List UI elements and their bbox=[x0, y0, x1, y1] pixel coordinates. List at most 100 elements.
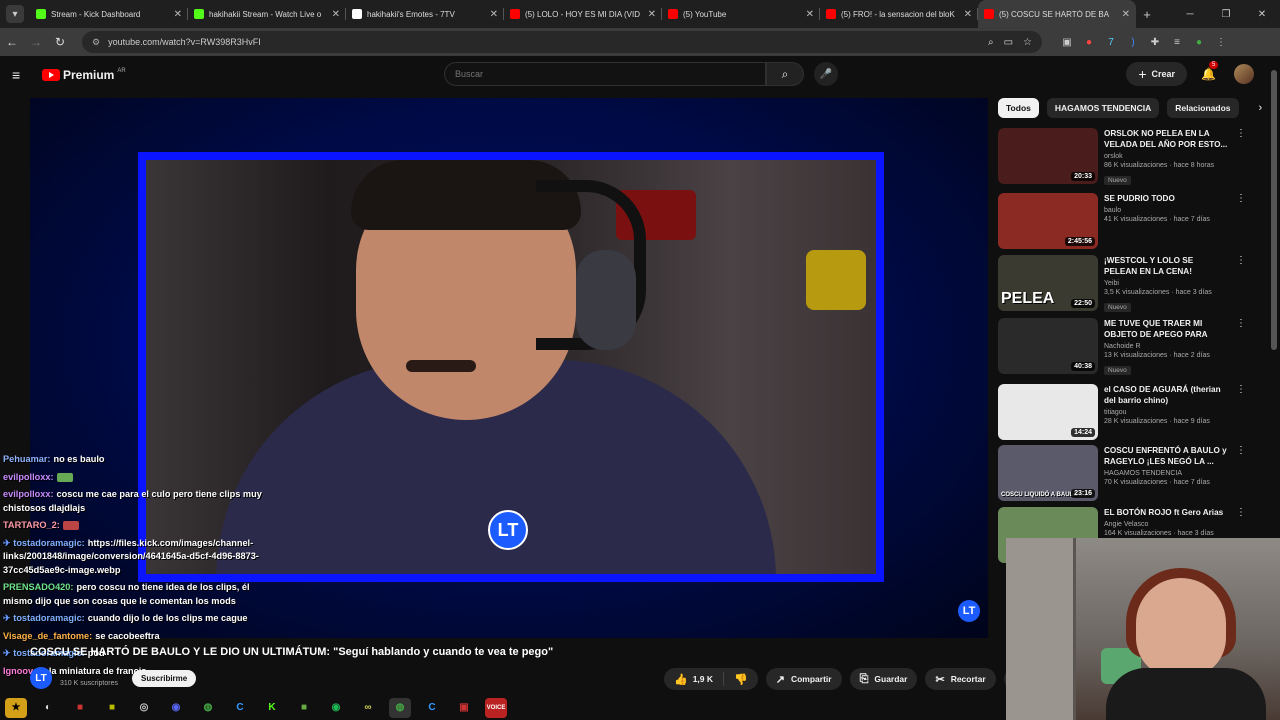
taskbar-app-icon[interactable]: ★ bbox=[5, 697, 27, 718]
omnibox[interactable]: ⚙ youtube.com/watch?v=RW398R3HvFI ⌕ ▭ ☆ bbox=[82, 31, 1042, 53]
recommended-video[interactable]: 2:45:56 SE PUDRIO TODO baulo 41 K visualiza… bbox=[998, 193, 1248, 251]
profile-icon[interactable]: ● bbox=[1188, 37, 1210, 48]
browser-tab[interactable]: Stream - Kick Dashboard ✕ bbox=[30, 0, 188, 28]
more-vertical-icon[interactable]: ⋮ bbox=[1236, 255, 1246, 313]
video-channel[interactable]: Nachoide R bbox=[1104, 343, 1228, 350]
browser-tab[interactable]: (5) COSCU SE HARTÓ DE BA ✕ bbox=[978, 0, 1136, 28]
chat-username[interactable]: evilpolloxx: bbox=[3, 489, 54, 499]
taskbar-app-icon[interactable]: ■ bbox=[69, 698, 91, 718]
taskbar-app-icon[interactable]: ∞ bbox=[357, 698, 379, 718]
chrome-icon[interactable]: ◍ bbox=[197, 698, 219, 718]
chat-username[interactable]: PRENSADO420: bbox=[3, 582, 73, 592]
site-info-icon[interactable]: ⚙ bbox=[92, 37, 100, 48]
browser-tab[interactable]: hakihakii Stream - Watch Live o ✕ bbox=[188, 0, 346, 28]
filter-chip[interactable]: Todos bbox=[998, 98, 1039, 118]
like-button[interactable]: 👍 1,9 K bbox=[664, 672, 725, 686]
chrome-active-icon[interactable]: ◍ bbox=[389, 697, 411, 718]
close-tab-icon[interactable]: ✕ bbox=[806, 9, 814, 20]
minecraft-icon[interactable]: ■ bbox=[293, 698, 315, 718]
discord-icon[interactable]: ◉ bbox=[165, 698, 187, 718]
browser-tab[interactable]: (5) FRO! - la sensacion del bloK ✕ bbox=[820, 0, 978, 28]
taskbar-app-icon[interactable]: ◐ bbox=[37, 698, 59, 718]
chat-username[interactable]: tostadoramagic: bbox=[13, 613, 84, 623]
chevron-right-icon[interactable]: › bbox=[1259, 102, 1263, 114]
video-thumbnail[interactable]: COSCU LIQUIDÓ A BAULO Y R 23:16 bbox=[998, 445, 1098, 501]
video-channel[interactable]: Yeibi bbox=[1104, 280, 1228, 287]
taskbar-app-icon[interactable]: VOICE bbox=[485, 697, 507, 718]
video-thumbnail[interactable]: 40:38 bbox=[998, 318, 1098, 374]
chrome-menu-icon[interactable]: ⋮ bbox=[1210, 37, 1232, 48]
video-title[interactable]: ORSLOK NO PELEA EN LA VELADA DEL AÑO POR… bbox=[1104, 128, 1228, 150]
maximize-icon[interactable]: ❐ bbox=[1208, 9, 1244, 20]
more-vertical-icon[interactable]: ⋮ bbox=[1236, 128, 1246, 186]
close-tab-icon[interactable]: ✕ bbox=[1122, 9, 1130, 20]
search-input[interactable] bbox=[444, 62, 766, 86]
forward-icon[interactable]: → bbox=[24, 35, 48, 49]
recommended-video[interactable]: 40:38 ME TUVE QUE TRAER MI OBJETO DE APEG… bbox=[998, 318, 1248, 376]
back-icon[interactable]: ← bbox=[0, 35, 24, 49]
recommended-video[interactable]: 20:33 ORSLOK NO PELEA EN LA VELADA DEL AÑ… bbox=[998, 128, 1248, 186]
filter-chip[interactable]: HAGAMOS TENDENCIA bbox=[1046, 98, 1160, 118]
taskbar-app-icon[interactable]: ■ bbox=[101, 698, 123, 718]
close-window-icon[interactable]: ✕ bbox=[1244, 9, 1280, 20]
search-button[interactable]: ⌕ bbox=[766, 62, 804, 86]
channel-avatar[interactable]: LT bbox=[30, 667, 52, 689]
voice-search-button[interactable]: 🎤 bbox=[814, 62, 838, 86]
zoom-icon[interactable]: ⌕ bbox=[988, 37, 994, 48]
notifications-button[interactable]: 🔔 5 bbox=[1201, 61, 1219, 81]
video-channel[interactable]: baulo bbox=[1104, 207, 1228, 214]
recommended-video[interactable]: PELEA 22:50 ¡WESTCOL Y LOLO SE PELEAN EN L… bbox=[998, 255, 1248, 313]
taskbar-app-icon[interactable]: ◎ bbox=[133, 698, 155, 718]
extension-icon-2[interactable]: ● bbox=[1078, 37, 1100, 48]
media-icon[interactable]: ≡ bbox=[1166, 37, 1188, 48]
more-vertical-icon[interactable]: ⋮ bbox=[1236, 193, 1246, 251]
video-channel[interactable]: Angie Velasco bbox=[1104, 521, 1228, 528]
hamburger-menu-icon[interactable]: ≡ bbox=[12, 67, 34, 83]
video-title[interactable]: EL BOTÓN ROJO ft Gero Arias bbox=[1104, 507, 1228, 518]
browser-tab[interactable]: hakihakii's Emotes - 7TV ✕ bbox=[346, 0, 504, 28]
video-thumbnail[interactable]: 2:45:56 bbox=[998, 193, 1098, 249]
extension-icon-3[interactable]: 7 bbox=[1100, 37, 1122, 48]
clip-button[interactable]: ✂ Recortar bbox=[925, 668, 996, 690]
chat-username[interactable]: tostadoramagic: bbox=[13, 538, 84, 548]
youtube-premium-logo[interactable]: Premium AR bbox=[42, 68, 126, 82]
subscribe-button[interactable]: Suscribirme bbox=[131, 669, 197, 687]
extension-icon-4[interactable]: ) bbox=[1122, 37, 1144, 48]
video-title[interactable]: SE PUDRIO TODO bbox=[1104, 193, 1228, 204]
video-thumbnail[interactable]: PELEA 22:50 bbox=[998, 255, 1098, 311]
tab-search-icon[interactable]: ▾ bbox=[6, 5, 24, 23]
more-vertical-icon[interactable]: ⋮ bbox=[1236, 445, 1246, 503]
more-vertical-icon[interactable]: ⋮ bbox=[1236, 318, 1246, 376]
save-button[interactable]: ⎘ Guardar bbox=[849, 668, 918, 690]
video-title[interactable]: COSCU ENFRENTÓ A BAULO y RAGEYLO ¡LES NE… bbox=[1104, 445, 1228, 467]
close-tab-icon[interactable]: ✕ bbox=[964, 9, 972, 20]
reload-icon[interactable]: ↻ bbox=[48, 35, 72, 49]
video-title[interactable]: ¡WESTCOL Y LOLO SE PELEAN EN LA CENA! bbox=[1104, 255, 1228, 277]
close-tab-icon[interactable]: ✕ bbox=[490, 9, 498, 20]
close-tab-icon[interactable]: ✕ bbox=[174, 9, 182, 20]
extension-icon-1[interactable]: ▣ bbox=[1056, 37, 1078, 48]
taskbar-app-icon[interactable]: ▣ bbox=[453, 698, 475, 718]
close-tab-icon[interactable]: ✕ bbox=[332, 9, 340, 20]
bookmark-star-icon[interactable]: ☆ bbox=[1023, 37, 1032, 48]
chat-username[interactable]: Visage_de_fantome: bbox=[3, 631, 92, 641]
filter-chip[interactable]: Relacionados bbox=[1167, 98, 1239, 118]
taskbar-app-icon[interactable]: C bbox=[229, 698, 251, 718]
taskbar-app-icon[interactable]: C bbox=[421, 698, 443, 718]
extensions-puzzle-icon[interactable]: ✚ bbox=[1144, 37, 1166, 48]
spotify-icon[interactable]: ◉ bbox=[325, 698, 347, 718]
close-tab-icon[interactable]: ✕ bbox=[648, 9, 656, 20]
video-title[interactable]: ME TUVE QUE TRAER MI OBJETO DE APEGO PAR… bbox=[1104, 318, 1228, 340]
chat-username[interactable]: evilpolloxx: bbox=[3, 472, 54, 482]
browser-tab[interactable]: (5) LOLO - HOY ES MI DIA (VID ✕ bbox=[504, 0, 662, 28]
account-avatar[interactable] bbox=[1234, 64, 1254, 84]
share-button[interactable]: ↗ Compartir bbox=[765, 668, 842, 690]
browser-tab[interactable]: (5) YouTube ✕ bbox=[662, 0, 820, 28]
video-thumbnail[interactable]: 20:33 bbox=[998, 128, 1098, 184]
dislike-button[interactable]: 👎 bbox=[724, 673, 758, 686]
player-corner-logo[interactable]: LT bbox=[958, 600, 980, 622]
new-tab-button[interactable]: + bbox=[1136, 7, 1158, 22]
create-button[interactable]: + Crear bbox=[1126, 62, 1188, 86]
cast-icon[interactable]: ▭ bbox=[1004, 37, 1013, 48]
video-title[interactable]: el CASO DE AGUARÁ (therian del barrio ch… bbox=[1104, 384, 1228, 406]
